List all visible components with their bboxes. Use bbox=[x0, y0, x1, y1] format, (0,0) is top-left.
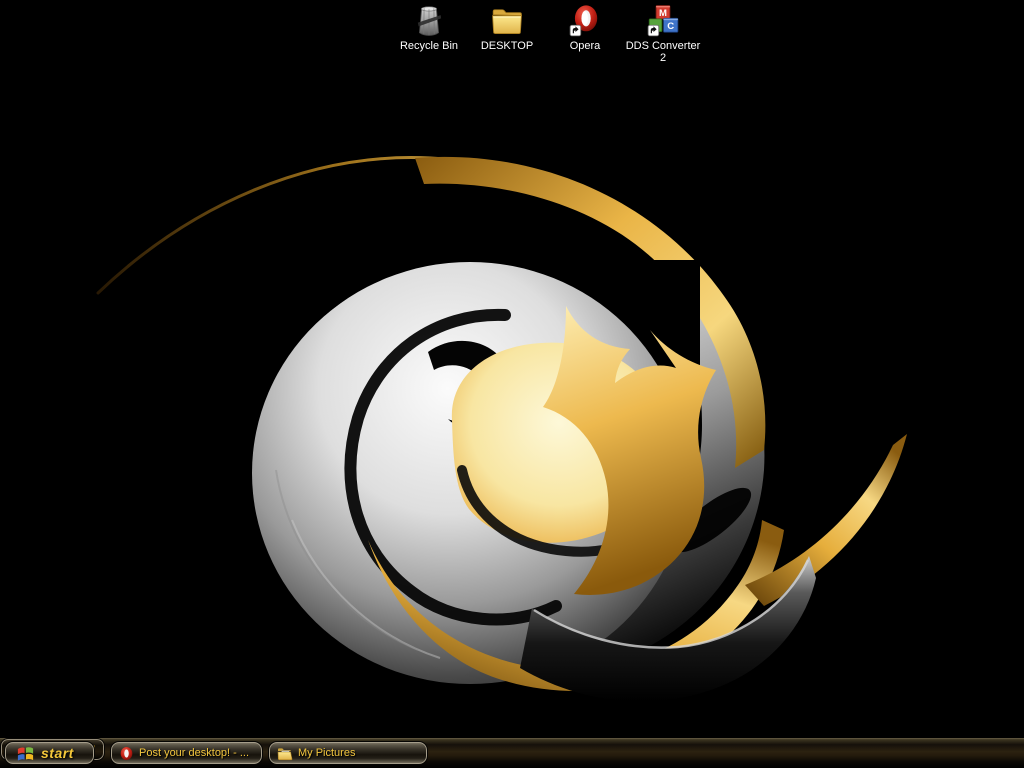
dds-converter-icon: M C bbox=[647, 5, 679, 37]
desktop-icon-label: DDS Converter 2 bbox=[625, 40, 701, 64]
desktop[interactable]: Recycle Bin DESKTOP Opera M C DDS Conver… bbox=[0, 0, 1024, 768]
taskbar-window-label: My Pictures bbox=[298, 747, 356, 759]
svg-text:C: C bbox=[667, 21, 674, 32]
start-button[interactable]: start bbox=[4, 741, 95, 765]
pictures-folder-icon bbox=[277, 747, 293, 760]
desktop-icon-row: Recycle Bin DESKTOP Opera M C DDS Conver… bbox=[390, 4, 702, 64]
desktop-icon-desktop-folder[interactable]: DESKTOP bbox=[468, 4, 546, 64]
start-button-label: start bbox=[41, 745, 74, 761]
desktop-icon-label: Opera bbox=[569, 40, 601, 52]
desktop-icon-recycle-bin[interactable]: Recycle Bin bbox=[390, 4, 468, 64]
wallpaper-swirl-image bbox=[0, 0, 1024, 768]
taskbar-window-label: Post your desktop! - ... bbox=[139, 747, 250, 759]
desktop-icon-label: Recycle Bin bbox=[399, 40, 459, 52]
taskbar-window-my-pictures[interactable]: My Pictures bbox=[268, 741, 428, 765]
desktop-icon-dds-converter[interactable]: M C DDS Converter 2 bbox=[624, 4, 702, 64]
opera-icon bbox=[120, 746, 133, 760]
svg-text:M: M bbox=[659, 8, 667, 19]
recycle-bin-icon bbox=[417, 6, 442, 36]
opera-icon bbox=[569, 5, 598, 37]
desktop-icon-opera[interactable]: Opera bbox=[546, 4, 624, 64]
taskbar-window-opera[interactable]: Post your desktop! - ... bbox=[110, 741, 263, 765]
taskbar: start Post your desktop! - ... My Pictur… bbox=[0, 738, 1024, 768]
folder-icon bbox=[492, 9, 522, 34]
windows-logo-icon bbox=[17, 746, 34, 761]
desktop-icon-label: DESKTOP bbox=[480, 40, 534, 52]
